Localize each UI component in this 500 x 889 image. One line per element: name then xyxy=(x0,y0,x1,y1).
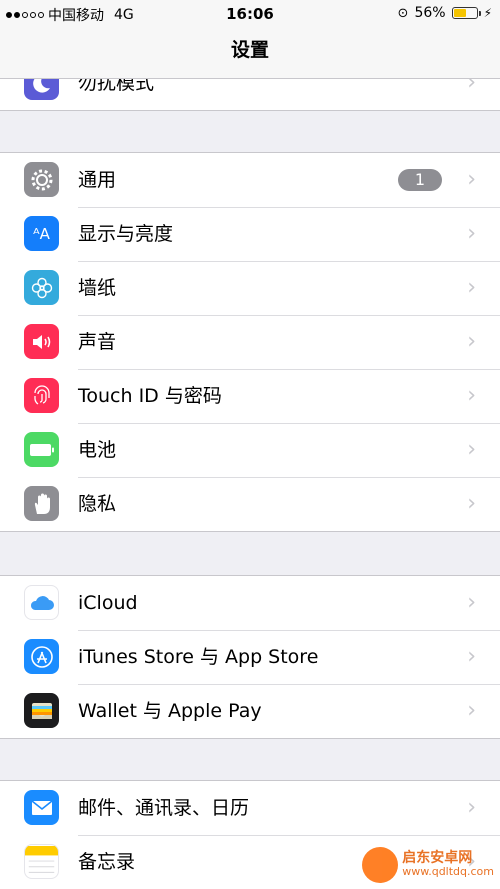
chevron-right-icon: › xyxy=(467,329,476,354)
cloud-icon xyxy=(24,585,59,620)
chevron-right-icon: › xyxy=(467,437,476,462)
row-label: 邮件、通讯录、日历 xyxy=(78,797,250,819)
settings-row-mail-contacts-calendars[interactable]: 邮件、通讯录、日历 › xyxy=(0,781,500,835)
chevron-right-icon: › xyxy=(467,644,476,669)
status-bar: 中国移动 4G 16:06 ⊙ 56% ⚡ xyxy=(0,0,500,28)
notes-icon xyxy=(24,844,59,879)
settings-group-3: iCloud › iTunes Store 与 App Store › Wall… xyxy=(0,575,500,739)
nav-bar: 设置 xyxy=(0,28,500,79)
row-label: iTunes Store 与 App Store xyxy=(78,646,319,668)
settings-group-2: 通用 1 › ᴬA 显示与亮度 › 墙纸 › 声音 › Touch ID 与密码… xyxy=(0,152,500,532)
row-label: Wallet 与 Apple Pay xyxy=(78,700,262,722)
speaker-icon xyxy=(24,324,59,359)
chevron-right-icon: › xyxy=(467,491,476,516)
settings-row-display-brightness[interactable]: ᴬA 显示与亮度 › xyxy=(0,207,500,261)
row-label: 通用 xyxy=(78,169,117,191)
chevron-right-icon: › xyxy=(467,383,476,408)
settings-row-wallpaper[interactable]: 墙纸 › xyxy=(0,261,500,315)
settings-row-privacy[interactable]: 隐私 › xyxy=(0,477,500,531)
battery-percent: 56% xyxy=(414,5,446,21)
settings-row-sounds[interactable]: 声音 › xyxy=(0,315,500,369)
row-label: 备忘录 xyxy=(78,851,136,873)
settings-row-icloud[interactable]: iCloud › xyxy=(0,576,500,630)
chevron-right-icon: › xyxy=(467,221,476,246)
site-watermark: 启东安卓网 www.qdltdq.com xyxy=(362,847,494,883)
text-size-icon: ᴬA xyxy=(24,216,59,251)
charging-icon: ⚡ xyxy=(483,6,492,20)
chevron-right-icon: › xyxy=(467,698,476,723)
wallet-icon xyxy=(24,693,59,728)
flower-icon xyxy=(24,270,59,305)
watermark-url: www.qdltdq.com xyxy=(402,865,494,878)
mail-icon xyxy=(24,790,59,825)
watermark-title: 启东安卓网 xyxy=(402,850,473,866)
hand-icon xyxy=(24,486,59,521)
update-badge: 1 xyxy=(398,169,442,191)
settings-row-itunes-app-store[interactable]: iTunes Store 与 App Store › xyxy=(0,630,500,684)
row-label: 隐私 xyxy=(78,493,117,515)
orientation-lock-icon: ⊙ xyxy=(397,5,409,21)
app-store-icon xyxy=(24,639,59,674)
watermark-logo-icon xyxy=(362,847,399,883)
page-title: 设置 xyxy=(230,39,269,61)
chevron-right-icon: › xyxy=(467,275,476,300)
chevron-right-icon: › xyxy=(467,167,476,192)
row-label: Touch ID 与密码 xyxy=(78,385,222,407)
fingerprint-icon xyxy=(24,378,59,413)
settings-row-battery[interactable]: 电池 › xyxy=(0,423,500,477)
gear-icon xyxy=(24,162,59,197)
row-label: 电池 xyxy=(78,439,117,461)
row-label: 显示与亮度 xyxy=(78,223,174,245)
row-label: iCloud xyxy=(78,592,138,614)
settings-row-general[interactable]: 通用 1 › xyxy=(0,153,500,207)
settings-row-touch-id[interactable]: Touch ID 与密码 › xyxy=(0,369,500,423)
chevron-right-icon: › xyxy=(467,795,476,820)
settings-row-wallet-apple-pay[interactable]: Wallet 与 Apple Pay › xyxy=(0,684,500,738)
row-label: 声音 xyxy=(78,331,117,353)
battery-icon xyxy=(24,432,59,467)
row-label: 墙纸 xyxy=(78,277,117,299)
chevron-right-icon: › xyxy=(467,590,476,615)
battery-icon xyxy=(451,7,481,19)
